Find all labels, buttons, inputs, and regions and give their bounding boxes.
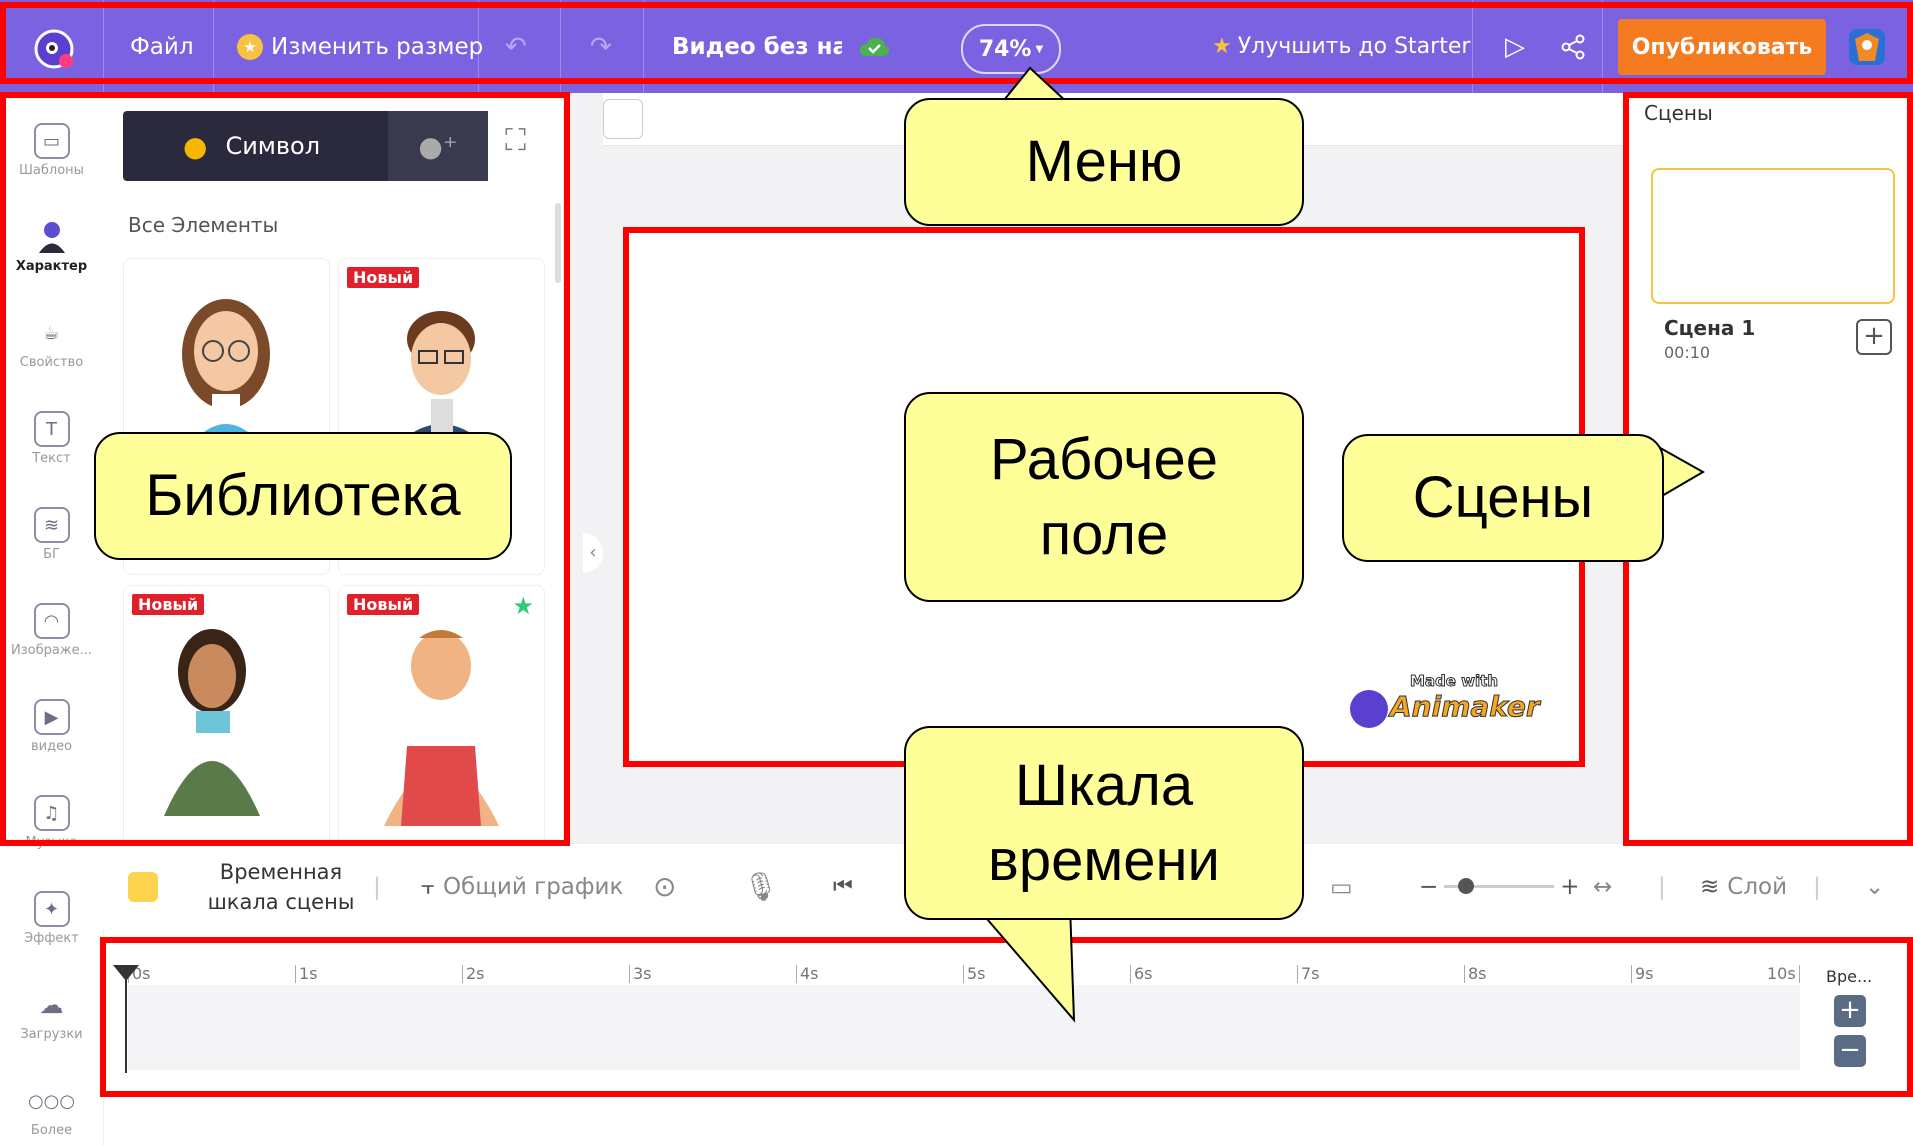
general-schedule-label: Общий график (442, 873, 624, 900)
subtitles-icon: ▭ (1330, 872, 1353, 901)
scene-timeline-text: Временная шкала сцены (207, 859, 355, 914)
scene-color-swatch[interactable] (128, 844, 158, 929)
scenes-callout: Сцены (1342, 434, 1664, 562)
workspace-callout-line2: поле (1039, 502, 1169, 567)
scene-color-icon (128, 871, 158, 902)
sidebar-item-label: Более (30, 1123, 73, 1138)
toolbar-divider: | (1813, 873, 1821, 900)
timeline-callout-line1: Шкала (1014, 752, 1194, 818)
scene-timeline-label[interactable]: Временная шкала сцены (201, 844, 361, 929)
layer-button[interactable]: ≋ Слой (1700, 844, 1787, 929)
library-callout-text: Библиотека (145, 463, 461, 529)
more-icon: ○○○ (27, 1090, 76, 1112)
sidebar-item-label: Эффект (24, 931, 79, 946)
workspace-callout: Рабочее поле (904, 392, 1304, 602)
voice-button[interactable]: 🎙 (743, 844, 779, 929)
skip-back-icon: ⏮ (833, 874, 853, 899)
fit-width-button[interactable]: ↔ (1593, 844, 1612, 929)
zoom-slider[interactable]: − + (1419, 844, 1580, 929)
zoom-slider-handle[interactable] (1458, 878, 1475, 894)
effect-icon: ✦ (33, 891, 70, 927)
library-callout: Библиотека (94, 432, 512, 560)
zoom-slider-track (1444, 878, 1555, 894)
timeline-highlight-frame (100, 937, 1913, 1097)
zoom-in-icon: + (1560, 873, 1580, 900)
chevron-down-icon: ⌄ (1865, 873, 1885, 900)
toolbar-divider: | (1658, 873, 1666, 900)
sidebar-item-label: Загрузки (20, 1027, 83, 1042)
sidebar-item-more[interactable]: ○○○ Более (0, 1083, 103, 1139)
subtitles-button[interactable]: ▭ (1330, 844, 1353, 929)
sidebar-item-effect[interactable]: ✦ Эффект (0, 891, 103, 946)
workspace-callout-line1: Рабочее (990, 426, 1218, 492)
menu-callout: Меню (904, 98, 1304, 226)
camera-focus-icon: ⊙ (653, 870, 677, 903)
upload-icon: ☁ (39, 991, 64, 1019)
zoom-out-icon: − (1419, 873, 1439, 900)
menu-highlight-frame (0, 2, 1913, 84)
toolbar-divider: | (373, 873, 381, 900)
timeline-callout-line2: времени (988, 828, 1220, 893)
collapse-timeline-button[interactable]: ⌄ (1865, 844, 1884, 929)
layers-icon: ≋ (1700, 873, 1720, 900)
timeline-callout: Шкала времени (904, 726, 1304, 920)
microphone-icon: 🎙 (743, 870, 779, 903)
camera-button[interactable]: ⊙ (653, 844, 676, 929)
timeline-align-icon: ⫟ (421, 873, 435, 900)
chevron-left-icon: ‹ (589, 542, 597, 563)
sidebar-item-upload[interactable]: ☁ Загрузки (0, 987, 103, 1042)
collapse-panel-button[interactable]: ‹ (583, 533, 603, 573)
arrows-horizontal-icon: ↔ (1593, 873, 1613, 900)
general-schedule-button[interactable]: ⫟ Общий график (421, 844, 623, 929)
menu-callout-text: Меню (1025, 129, 1183, 195)
layer-label: Слой (1727, 873, 1788, 900)
scenes-callout-text: Сцены (1412, 465, 1594, 531)
color-swatch[interactable] (603, 99, 643, 139)
skip-back-button[interactable]: ⏮ (833, 844, 853, 929)
scenes-highlight-frame (1623, 92, 1913, 846)
